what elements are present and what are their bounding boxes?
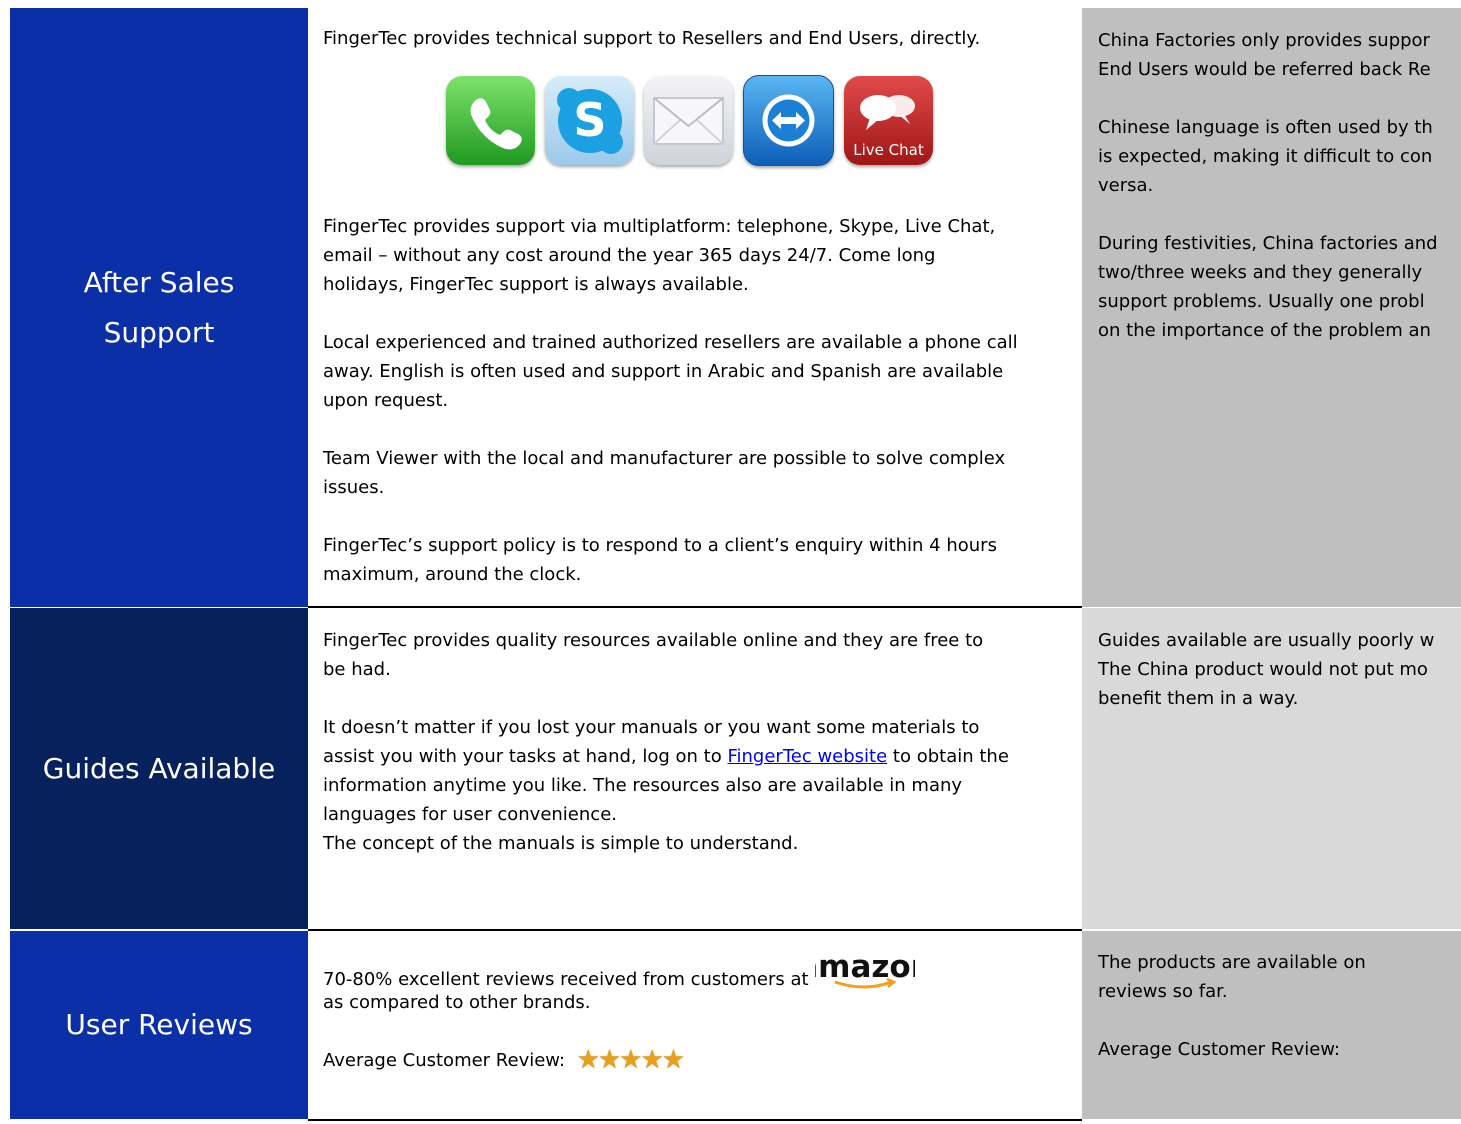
china-guides-line2: The China product would not put mo bbox=[1098, 659, 1428, 680]
china-festivities-line1: During festivities, China factories and bbox=[1098, 233, 1438, 254]
guides-p2-line1: It doesn’t matter if you lost your manua… bbox=[323, 717, 980, 738]
policy-line2: maximum, around the clock. bbox=[323, 564, 582, 585]
avg-review-label: Average Customer Review: bbox=[323, 1050, 566, 1071]
guides-p2-pre: assist you with your tasks at hand, log … bbox=[323, 746, 722, 767]
guides-p1-line2: be had. bbox=[323, 659, 391, 680]
policy-line1: FingerTec’s support policy is to respond… bbox=[323, 535, 997, 556]
multiplatform-line1: FingerTec provides support via multiplat… bbox=[323, 216, 996, 237]
teamviewer-line1: Team Viewer with the local and manufactu… bbox=[323, 448, 1006, 469]
china-language-line1: Chinese language is often used by th bbox=[1098, 117, 1433, 138]
china-reviews-cell: The products are available on reviews so… bbox=[1082, 931, 1461, 1119]
support-intro: FingerTec provides technical support to … bbox=[323, 28, 981, 49]
after-sales-label: After Sales Support bbox=[10, 8, 308, 607]
fingertec-guides-cell: FingerTec provides quality resources ava… bbox=[308, 608, 1082, 929]
after-sales-label-line2: Support bbox=[103, 315, 215, 349]
skype-icon: S bbox=[545, 75, 634, 165]
after-sales-label-line1: After Sales bbox=[83, 265, 235, 299]
china-support-line1: China Factories only provides suppor bbox=[1098, 30, 1430, 51]
resellers-line2: away. English is often used and support … bbox=[323, 361, 1004, 382]
guides-p2-line2: assist you with your tasks at hand, log … bbox=[323, 742, 1068, 771]
china-festivities-line4: on the importance of the problem an bbox=[1098, 320, 1431, 341]
avg-review-row: Average Customer Review: ★★★★★ bbox=[323, 1046, 1068, 1075]
china-language-line3: versa. bbox=[1098, 175, 1154, 196]
reviews-line1-text: 70-80% excellent reviews received from c… bbox=[323, 969, 809, 990]
star-rating-icon: ★★★★★ bbox=[576, 1045, 686, 1075]
reviews-row: User Reviews 70-80% excellent reviews re… bbox=[10, 931, 1461, 1119]
support-channel-icons: S Live Chat bbox=[446, 74, 1068, 166]
fingertec-reviews-cell: 70-80% excellent reviews received from c… bbox=[308, 931, 1082, 1119]
china-language-line2: is expected, making it difficult to con bbox=[1098, 146, 1433, 167]
resellers-line1: Local experienced and trained authorized… bbox=[323, 332, 1018, 353]
guides-p2-post: to obtain the bbox=[892, 746, 1009, 767]
table-bottom-border bbox=[308, 1119, 1082, 1121]
china-guides-line1: Guides available are usually poorly w bbox=[1098, 630, 1435, 651]
amazon-logo-text: amazon bbox=[815, 951, 915, 985]
guides-p2-line3: information anytime you like. The resour… bbox=[323, 775, 963, 796]
guides-p3: The concept of the manuals is simple to … bbox=[323, 833, 799, 854]
amazon-logo: amazon bbox=[797, 949, 932, 1000]
reviews-label: User Reviews bbox=[10, 931, 308, 1119]
teamviewer-icon bbox=[743, 74, 834, 166]
china-support-line2: End Users would be referred back Re bbox=[1098, 59, 1431, 80]
china-guides-cell: Guides available are usually poorly w Th… bbox=[1082, 608, 1461, 929]
china-support-cell: China Factories only provides suppor End… bbox=[1082, 8, 1461, 607]
china-reviews-line2: reviews so far. bbox=[1098, 981, 1228, 1002]
live-chat-text: Live Chat bbox=[853, 140, 924, 159]
china-festivities-line3: support problems. Usually one probl bbox=[1098, 291, 1425, 312]
china-festivities-line2: two/three weeks and they generally bbox=[1098, 262, 1423, 283]
china-reviews-line1: The products are available on bbox=[1098, 952, 1366, 973]
after-sales-row: After Sales Support FingerTec provides t… bbox=[10, 8, 1461, 607]
china-avg-review-label: Average Customer Review: bbox=[1098, 1039, 1341, 1060]
teamviewer-line2: issues. bbox=[323, 477, 385, 498]
guides-p2-line4: languages for user convenience. bbox=[323, 804, 617, 825]
phone-icon bbox=[446, 75, 535, 165]
multiplatform-line3: holidays, FingerTec support is always av… bbox=[323, 274, 749, 295]
resellers-line3: upon request. bbox=[323, 390, 449, 411]
email-icon bbox=[644, 75, 733, 165]
guides-row: Guides Available FingerTec provides qual… bbox=[10, 608, 1461, 929]
fingertec-support-cell: FingerTec provides technical support to … bbox=[308, 8, 1082, 607]
fingertec-website-link[interactable]: FingerTec website bbox=[727, 746, 887, 767]
guides-label: Guides Available bbox=[10, 608, 308, 929]
live-chat-icon: Live Chat bbox=[844, 75, 933, 165]
svg-text:S: S bbox=[573, 93, 606, 147]
guides-p1-line1: FingerTec provides quality resources ava… bbox=[323, 630, 984, 651]
china-guides-line3: benefit them in a way. bbox=[1098, 688, 1299, 709]
multiplatform-line2: email – without any cost around the year… bbox=[323, 245, 936, 266]
